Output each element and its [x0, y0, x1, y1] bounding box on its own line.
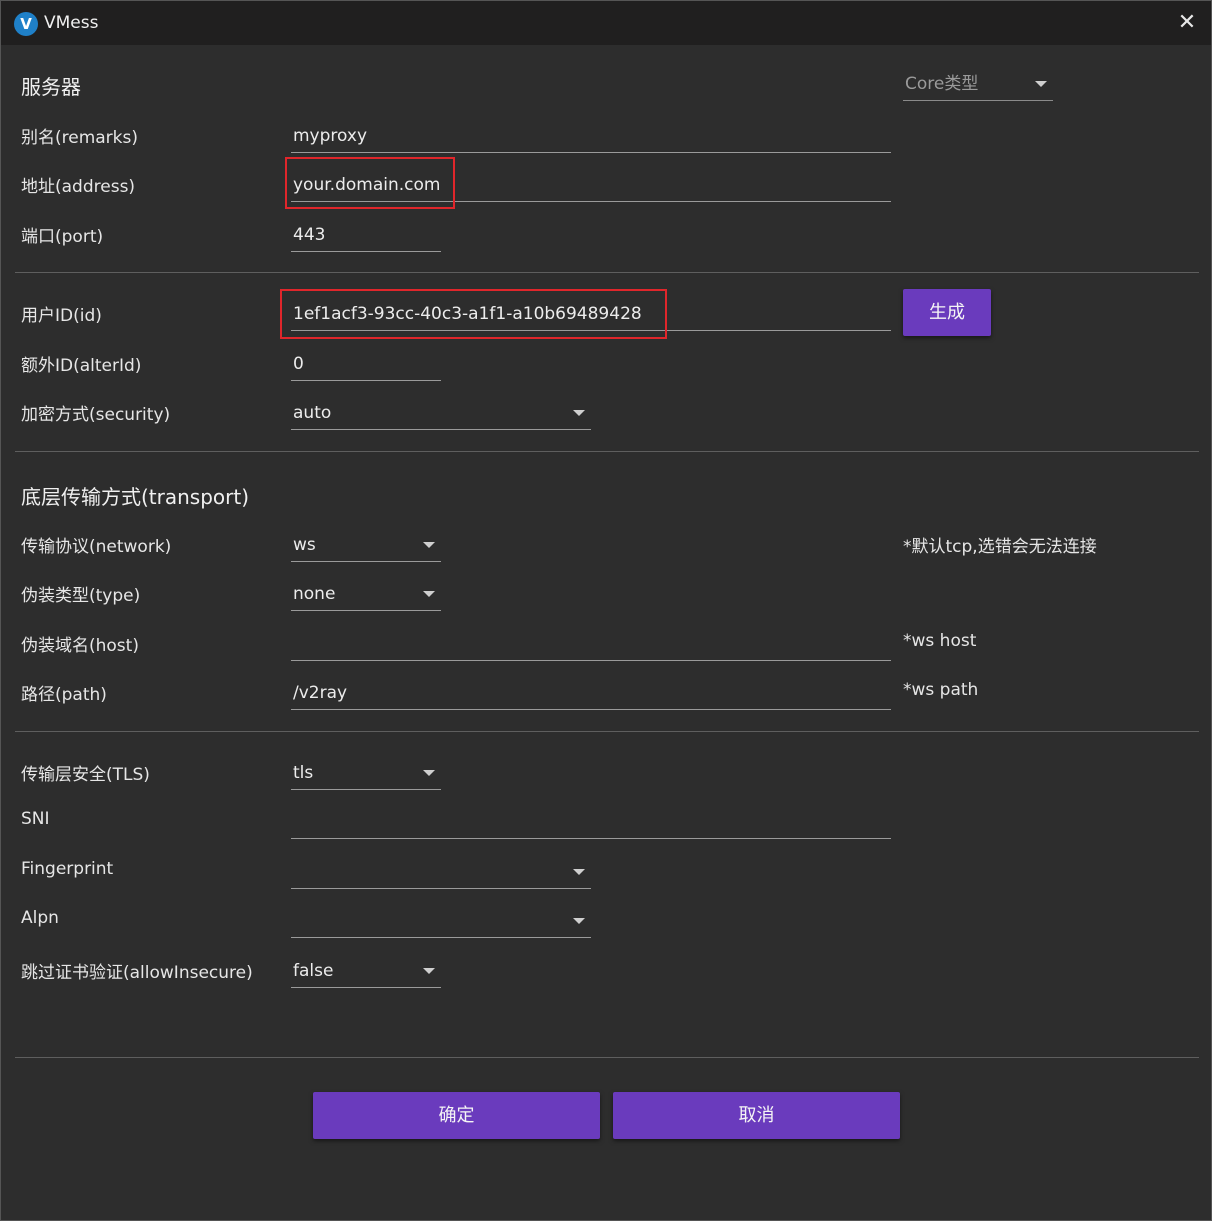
host-label: 伪装域名(host): [21, 636, 139, 656]
allow-insecure-label: 跳过证书验证(allowInsecure): [21, 963, 253, 983]
remarks-label: 别名(remarks): [21, 128, 139, 148]
host-input[interactable]: [291, 629, 891, 661]
network-value: ws: [293, 535, 316, 555]
chevron-down-icon: [573, 869, 585, 875]
cancel-button[interactable]: 取消: [613, 1092, 900, 1139]
alpn-select[interactable]: [291, 906, 591, 938]
address-highlight-box: [285, 157, 455, 209]
chevron-down-icon: [1035, 81, 1047, 87]
type-select[interactable]: none: [291, 579, 441, 611]
sni-input[interactable]: [291, 807, 891, 839]
sni-label: SNI: [21, 809, 50, 829]
type-value: none: [293, 584, 336, 604]
alter-id-label: 额外ID(alterId): [21, 356, 142, 376]
port-value: 443: [293, 225, 326, 245]
security-select[interactable]: auto: [291, 398, 591, 430]
remarks-value: myproxy: [293, 126, 368, 146]
ok-button[interactable]: 确定: [313, 1092, 600, 1139]
fingerprint-select[interactable]: [291, 857, 591, 889]
section-title-server: 服务器: [21, 75, 81, 99]
remarks-input[interactable]: myproxy: [291, 121, 891, 153]
divider: [15, 731, 1199, 732]
divider: [15, 451, 1199, 452]
path-label: 路径(path): [21, 685, 107, 705]
user-id-highlight-box: [280, 289, 667, 339]
divider: [15, 272, 1199, 273]
network-label: 传输协议(network): [21, 537, 172, 557]
path-hint: *ws path: [903, 680, 979, 700]
address-label: 地址(address): [21, 177, 136, 197]
tls-select[interactable]: tls: [291, 758, 441, 790]
tls-label: 传输层安全(TLS): [21, 765, 150, 785]
close-icon: ✕: [1177, 10, 1197, 35]
path-input[interactable]: /v2ray: [291, 678, 891, 710]
core-type-select[interactable]: Core类型: [903, 69, 1053, 101]
chevron-down-icon: [573, 410, 585, 416]
type-label: 伪装类型(type): [21, 586, 141, 606]
tls-value: tls: [293, 763, 314, 783]
port-label: 端口(port): [21, 227, 104, 247]
chevron-down-icon: [573, 918, 585, 924]
chevron-down-icon: [423, 542, 435, 548]
alter-id-input[interactable]: 0: [291, 349, 441, 381]
alter-id-value: 0: [293, 354, 304, 374]
allow-insecure-value: false: [293, 961, 334, 981]
title-bar: V VMess ✕: [1, 1, 1211, 45]
generate-button[interactable]: 生成: [903, 289, 991, 336]
network-hint: *默认tcp,选错会无法连接: [903, 537, 1097, 557]
fingerprint-label: Fingerprint: [21, 859, 114, 879]
alpn-label: Alpn: [21, 908, 59, 928]
network-select[interactable]: ws: [291, 530, 441, 562]
divider: [15, 1057, 1199, 1058]
chevron-down-icon: [423, 591, 435, 597]
window-title: VMess: [44, 13, 99, 33]
v2rayn-logo-icon: V: [14, 12, 38, 36]
security-label: 加密方式(security): [21, 405, 171, 425]
section-title-transport: 底层传输方式(transport): [21, 485, 250, 509]
chevron-down-icon: [423, 968, 435, 974]
security-value: auto: [293, 403, 332, 423]
vmess-dialog: V VMess ✕ 服务器 Core类型 别名(remarks) myproxy…: [0, 0, 1212, 1221]
core-type-placeholder: Core类型: [905, 74, 979, 94]
allow-insecure-select[interactable]: false: [291, 956, 441, 988]
user-id-label: 用户ID(id): [21, 306, 102, 326]
port-input[interactable]: 443: [291, 220, 441, 252]
close-button[interactable]: ✕: [1163, 1, 1211, 45]
path-value: /v2ray: [293, 683, 348, 703]
host-hint: *ws host: [903, 631, 977, 651]
chevron-down-icon: [423, 770, 435, 776]
